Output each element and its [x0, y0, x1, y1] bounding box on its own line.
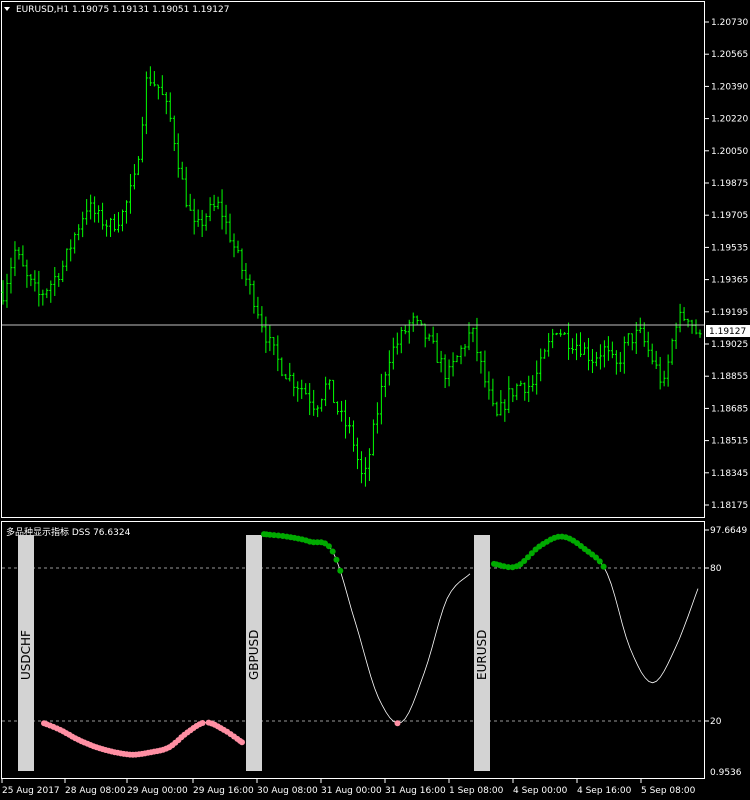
price-axis-label: 1.19195 — [711, 308, 748, 318]
time-axis-label: 31 Aug 00:00 — [321, 786, 382, 796]
chart-window[interactable]: EURUSD,H1 1.19075 1.19131 1.19051 1.1912… — [0, 0, 750, 800]
dss-overbought-dot — [596, 558, 603, 565]
price-axis-label: 1.19025 — [711, 340, 748, 350]
symbol-panel-eurusd: EURUSD — [474, 535, 490, 771]
symbol-panel-gbpusd: GBPUSD — [246, 535, 262, 771]
time-axis-label: 4 Sep 16:00 — [577, 786, 632, 796]
dss-overbought-dot — [337, 567, 344, 574]
symbol-label-eurusd: EURUSD — [475, 630, 489, 680]
price-axis-label: 1.18175 — [711, 501, 748, 511]
current-price-label: 1.19127 — [709, 327, 746, 337]
price-axis-label: 1.19705 — [711, 211, 748, 221]
time-axis-label: 29 Aug 16:00 — [193, 786, 254, 796]
time-axis-label: 28 Aug 08:00 — [65, 786, 126, 796]
time-axis-label: 25 Aug 2017 — [2, 786, 60, 796]
time-axis-label: 5 Sep 08:00 — [641, 786, 696, 796]
price-axis-label: 1.18515 — [711, 437, 748, 447]
time-axis-label: 29 Aug 00:00 — [127, 786, 188, 796]
dss-oversold-dot — [394, 720, 401, 727]
price-axis-label: 1.20565 — [711, 50, 748, 60]
indicator-axis-top: 97.6649 — [710, 526, 747, 536]
current-price-tag: 1.19127 — [706, 325, 750, 337]
price-axis-label: 1.20390 — [711, 82, 748, 92]
dss-overbought-dot — [325, 543, 332, 550]
symbol-label-usdchf: USDCHF — [19, 630, 33, 680]
price-axis-label: 1.18345 — [711, 469, 748, 479]
price-axis-label: 1.18685 — [711, 404, 748, 414]
price-axis-label: 1.19365 — [711, 276, 748, 286]
price-axis-label: 1.18855 — [711, 372, 748, 382]
time-axis-label: 31 Aug 16:00 — [385, 786, 446, 796]
price-axis-label: 1.20730 — [711, 18, 748, 28]
dss-oversold-dot — [199, 720, 206, 726]
indicator-axis-20: 20 — [710, 717, 722, 727]
price-axis-label: 1.19535 — [711, 243, 748, 253]
chart-background — [0, 0, 750, 800]
symbol-label-gbpusd: GBPUSD — [247, 630, 261, 680]
indicator-axis-bottom: 0.9536 — [710, 768, 742, 778]
chart-header: EURUSD,H1 1.19075 1.19131 1.19051 1.1912… — [16, 5, 229, 15]
price-axis-label: 1.20220 — [711, 115, 748, 125]
dss-overbought-dot — [600, 563, 607, 570]
price-axis-label: 1.19875 — [711, 179, 748, 189]
indicator-axis-80: 80 — [710, 564, 722, 574]
time-axis-label: 4 Sep 00:00 — [513, 786, 568, 796]
time-axis-label: 30 Aug 08:00 — [257, 786, 318, 796]
time-axis-label: 1 Sep 08:00 — [449, 786, 504, 796]
price-axis-label: 1.20050 — [711, 147, 748, 157]
symbol-panel-usdchf: USDCHF — [18, 535, 34, 771]
dss-oversold-dot — [239, 739, 245, 746]
dss-overbought-dot — [329, 548, 336, 555]
dss-overbought-dot — [333, 556, 340, 563]
